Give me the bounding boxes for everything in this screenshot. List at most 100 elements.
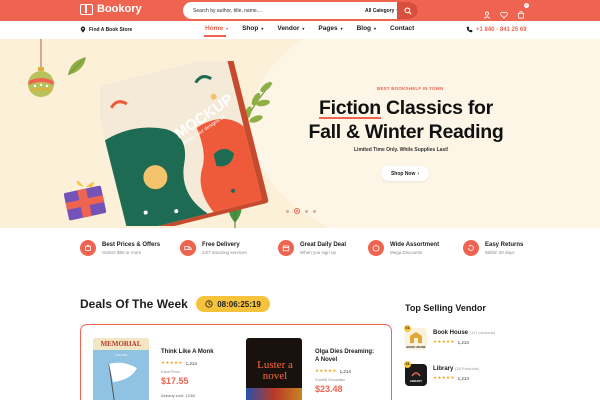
flag-illustration-icon bbox=[108, 362, 137, 400]
product-count: (117 products) bbox=[469, 330, 496, 335]
nav-label: Blog bbox=[356, 25, 372, 32]
sold-count: Already sold: 12/60 bbox=[161, 393, 196, 398]
deal-item-info: Think Like A Monk ★★★★★ 1,214 Kara Price … bbox=[161, 348, 214, 386]
feature-subtitle: Mega Discounts bbox=[390, 249, 423, 255]
book-cover[interactable]: Luster a novel bbox=[246, 338, 302, 400]
nav-item-home[interactable]: Home ▾ bbox=[205, 25, 228, 32]
rating-count: 1,214 bbox=[185, 360, 197, 366]
nav-label: Shop bbox=[242, 25, 259, 32]
phone-number: +1 840 - 841 25 69 bbox=[476, 26, 527, 33]
category-select[interactable]: All Category▾ bbox=[365, 8, 399, 14]
deal-countdown: 08:06:25:19 bbox=[196, 296, 270, 312]
vendor-name-text: Library bbox=[433, 366, 454, 372]
cover-title: MEMORIAL bbox=[100, 340, 142, 348]
feature-title: Great Daily Deal bbox=[300, 241, 347, 248]
star-rating-icon: ★★★★★ bbox=[433, 339, 455, 344]
rating: ★★★★★ 1,214 bbox=[433, 375, 479, 381]
rating: ★★★★★ 1,214 bbox=[161, 360, 214, 366]
shop-now-button[interactable]: Shop Now › bbox=[381, 166, 429, 181]
cart-button[interactable]: 0 bbox=[517, 3, 529, 19]
slider-dots bbox=[286, 208, 316, 214]
button-label: Shop Now bbox=[390, 170, 416, 177]
feature-easy-returns: Easy Returns Within 30 days bbox=[463, 240, 523, 256]
location-pin-icon bbox=[80, 26, 86, 33]
deal-item-info: Olga Dies Dreaming: A Novel ★★★★★ 1,214 X… bbox=[315, 348, 375, 394]
logo-text: LIBRARY bbox=[410, 379, 422, 383]
feature-daily-deal: Great Daily Deal When you sign up bbox=[278, 240, 346, 256]
chevron-down-icon: ▾ bbox=[226, 26, 229, 31]
chevron-right-icon: › bbox=[417, 170, 420, 177]
vendor-item[interactable]: BOOK HOUSE 01 Book House (117 products) … bbox=[404, 325, 496, 350]
book-price: $17.55 bbox=[161, 376, 189, 386]
box-icon bbox=[368, 240, 384, 256]
vendor-rank-badge: 02 bbox=[404, 361, 411, 368]
rating-count: 1,214 bbox=[457, 375, 469, 381]
nav-label: Home bbox=[205, 25, 224, 32]
vendor-item[interactable]: LIBRARY 02 Library (28 Products) ★★★★★ 1,… bbox=[404, 361, 479, 386]
chevron-down-icon: ▾ bbox=[261, 26, 264, 31]
cover-subtitle: A NOVEL bbox=[114, 353, 128, 357]
feature-best-prices: Best Prices & Offers Orders $50 or more bbox=[80, 240, 160, 256]
star-rating-icon: ★★★★★ bbox=[433, 375, 455, 380]
feature-subtitle: Orders $50 or more bbox=[102, 249, 142, 255]
nav-item-shop[interactable]: Shop ▾ bbox=[242, 25, 263, 32]
return-icon bbox=[463, 240, 479, 256]
hero-title-line1: Classics for bbox=[380, 97, 493, 119]
star-rating-icon: ★★★★★ bbox=[315, 368, 337, 373]
vendor-name-text: Book House bbox=[433, 330, 469, 336]
nav-menu: Home ▾ Shop ▾ Vendor ▾ Pages ▾ Blog ▾ Contact bbox=[205, 25, 414, 32]
phone-icon bbox=[466, 26, 473, 33]
category-label: All Category bbox=[365, 7, 395, 14]
countdown-value: 08:06:25:19 bbox=[217, 299, 261, 309]
feature-title: Best Prices & Offers bbox=[102, 241, 161, 248]
feature-title: Wide Assortment bbox=[390, 241, 440, 248]
main-nav: Find A Book Store Home ▾ Shop ▾ Vendor ▾ Pa… bbox=[0, 21, 600, 39]
clock-icon bbox=[205, 300, 213, 308]
search-button[interactable] bbox=[397, 2, 418, 19]
book-title[interactable]: Olga Dies Dreaming: A Novel bbox=[315, 348, 375, 364]
book-title[interactable]: Think Like A Monk bbox=[161, 348, 214, 356]
hero-title: Fiction Classics for Fall & Winter Readi… bbox=[298, 96, 514, 144]
hero-subtitle: Limited Time Only. While Supplies Last! bbox=[354, 147, 449, 153]
feature-subtitle: When you sign up bbox=[300, 249, 337, 255]
nav-item-vendor[interactable]: Vendor ▾ bbox=[277, 25, 304, 32]
user-icon bbox=[483, 11, 491, 19]
vendor-name: Library (28 Products) bbox=[433, 366, 479, 372]
book-price: $23.48 bbox=[315, 384, 343, 394]
account-button[interactable] bbox=[483, 6, 491, 19]
christmas-ornament-icon bbox=[28, 39, 54, 97]
store-label: Find A Book Store bbox=[89, 26, 133, 33]
phone-contact[interactable]: +1 840 - 841 25 69 bbox=[466, 26, 527, 33]
delivery-truck-icon bbox=[180, 240, 196, 256]
wishlist-button[interactable] bbox=[500, 6, 508, 19]
hero-title-line2: Fall & Winter Reading bbox=[308, 121, 504, 143]
hero-title-highlight: Fiction bbox=[319, 97, 381, 119]
slide-dot[interactable] bbox=[313, 209, 316, 213]
search-input[interactable] bbox=[193, 7, 353, 14]
book-cover[interactable]: MEMORIAL A NOVEL bbox=[93, 338, 149, 400]
find-store-link[interactable]: Find A Book Store bbox=[80, 26, 132, 33]
nav-item-contact[interactable]: Contact bbox=[390, 25, 414, 32]
hero-tagline: BEST BOOKSHELF IN TOWN bbox=[377, 86, 444, 91]
feature-wide-assortment: Wide Assortment Mega Discounts bbox=[368, 240, 439, 256]
chevron-down-icon: ▾ bbox=[302, 26, 305, 31]
calendar-icon bbox=[278, 240, 294, 256]
vendor-rank-badge: 01 bbox=[404, 325, 411, 332]
slide-dot[interactable] bbox=[305, 209, 308, 213]
star-rating-icon: ★★★★★ bbox=[161, 360, 183, 365]
nav-item-pages[interactable]: Pages ▾ bbox=[318, 25, 342, 32]
top-header: Bookory All Category▾ 0 bbox=[0, 0, 600, 21]
logo-text: BOOK HOUSE bbox=[406, 345, 425, 349]
nav-item-blog[interactable]: Blog ▾ bbox=[357, 25, 376, 32]
hero-banner: MOCKUP Make your designs be BEST BOOKSHE… bbox=[0, 39, 600, 228]
brand-logo[interactable]: Bookory bbox=[80, 3, 142, 15]
search-bar: All Category▾ bbox=[183, 2, 418, 19]
slide-dot[interactable] bbox=[286, 209, 289, 213]
book-author: Kara Price bbox=[161, 369, 180, 374]
slide-dot-active[interactable] bbox=[294, 208, 300, 214]
rating: ★★★★★ 1,214 bbox=[315, 368, 375, 374]
cart-count-badge: 0 bbox=[524, 3, 529, 8]
deals-section-title: Deals Of The Week bbox=[80, 297, 188, 311]
feature-subtitle: Within 30 days bbox=[485, 249, 515, 255]
chevron-down-icon: ▾ bbox=[374, 26, 377, 31]
